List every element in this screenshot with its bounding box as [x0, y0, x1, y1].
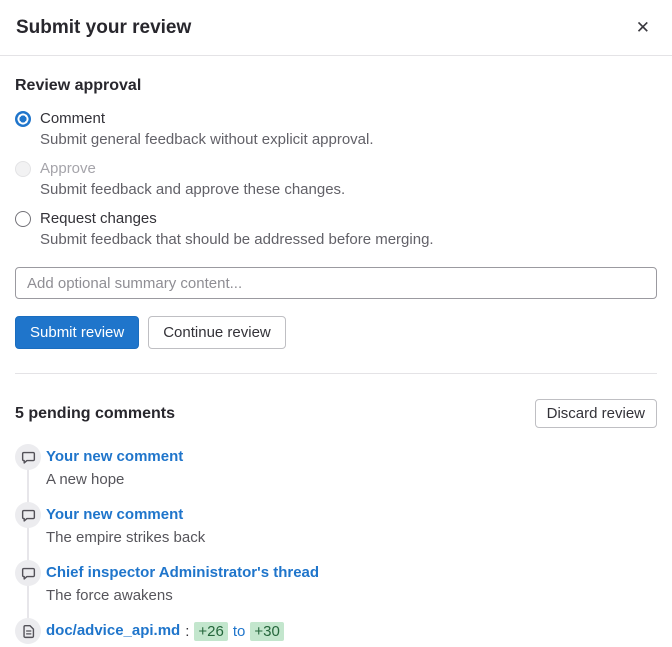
pending-comments-heading: 5 pending comments [15, 405, 175, 423]
colon-separator: : [185, 623, 189, 640]
comment-preview: A new hope [46, 469, 657, 491]
list-item: Chief inspector Administrator's thread T… [15, 563, 657, 607]
radio-label-request-changes[interactable]: Request changes [40, 210, 157, 227]
list-item: Your new comment A new hope [15, 447, 657, 491]
comment-preview: The force awakens [46, 585, 657, 607]
comment-preview: The last Jedi [46, 643, 657, 647]
comment-icon [15, 502, 41, 528]
review-actions: Submit review Continue review [15, 316, 657, 349]
submit-review-drawer: Submit your review ✕ Review approval Com… [0, 0, 672, 647]
radio-label-comment[interactable]: Comment [40, 110, 105, 127]
comment-link[interactable]: Chief inspector Administrator's thread [46, 564, 319, 581]
pending-comments-header: 5 pending comments Discard review [15, 399, 657, 428]
radio-desc-comment: Submit general feedback without explicit… [40, 130, 657, 150]
section-divider [15, 373, 657, 374]
file-change-line: doc/advice_api.md : +26 to +30 [46, 621, 657, 641]
file-link[interactable]: doc/advice_api.md [46, 621, 180, 641]
line-range-end-badge: +30 [250, 622, 283, 641]
radio-selected-icon[interactable] [15, 111, 31, 127]
comment-icon [15, 444, 41, 470]
drawer-content: Review approval Comment Submit general f… [0, 77, 672, 647]
radio-desc-request-changes: Submit feedback that should be addressed… [40, 230, 657, 250]
radio-desc-approve: Submit feedback and approve these change… [40, 180, 657, 200]
radio-label-approve: Approve [40, 160, 96, 177]
comment-preview: The empire strikes back [46, 527, 657, 549]
radio-unselected-icon[interactable] [15, 211, 31, 227]
radio-option-request-changes[interactable]: Request changes Submit feedback that sho… [15, 210, 657, 250]
review-approval-radio-group: Comment Submit general feedback without … [15, 110, 657, 250]
file-icon [15, 618, 41, 644]
discard-review-button[interactable]: Discard review [535, 399, 657, 428]
radio-option-approve: Approve Submit feedback and approve thes… [15, 160, 657, 200]
range-connector: to [233, 623, 246, 640]
submit-review-button[interactable]: Submit review [15, 316, 139, 349]
list-item: doc/advice_api.md : +26 to +30 The last … [15, 621, 657, 647]
line-range-start-badge: +26 [194, 622, 227, 641]
list-item: Your new comment The empire strikes back [15, 505, 657, 549]
drawer-title: Submit your review [16, 17, 191, 39]
drawer-header: Submit your review ✕ [0, 0, 672, 56]
comment-icon [15, 560, 41, 586]
continue-review-button[interactable]: Continue review [148, 316, 286, 349]
radio-disabled-icon [15, 161, 31, 177]
close-icon[interactable]: ✕ [630, 17, 656, 38]
pending-comments-list: Your new comment A new hope Your new com… [15, 447, 657, 647]
review-approval-heading: Review approval [15, 77, 657, 95]
comment-link[interactable]: Your new comment [46, 448, 183, 465]
comment-link[interactable]: Your new comment [46, 506, 183, 523]
summary-input[interactable] [15, 267, 657, 299]
radio-option-comment[interactable]: Comment Submit general feedback without … [15, 110, 657, 150]
